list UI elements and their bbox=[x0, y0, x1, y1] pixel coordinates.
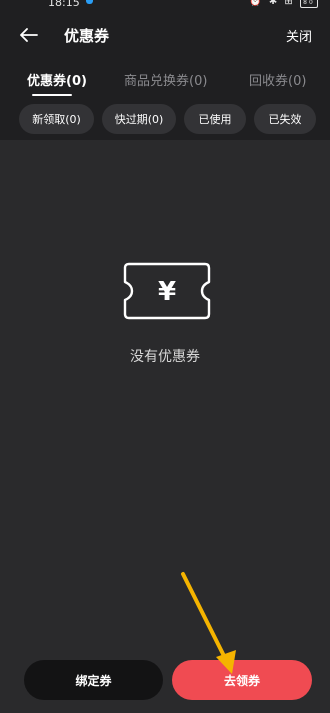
status-time: 18:15 bbox=[48, 0, 80, 9]
header: 优惠券 关闭 bbox=[0, 10, 330, 58]
filter-chips: 新领取(0) 快过期(0) 已使用 已失效 bbox=[0, 102, 330, 140]
page-title: 优惠券 bbox=[64, 27, 110, 45]
filter-expiring[interactable]: 快过期(0) bbox=[102, 104, 176, 134]
status-icons-glyphs: ⏰ ✱ ⊞ bbox=[249, 0, 295, 7]
filter-used[interactable]: 已使用 bbox=[184, 104, 246, 134]
bottom-action-bar: 绑定券 去领券 bbox=[0, 652, 330, 713]
bind-coupon-button[interactable]: 绑定券 bbox=[24, 660, 163, 700]
coupon-icon: ¥ bbox=[123, 262, 211, 320]
status-bar: 18:15 ⏰ ✱ ⊞ 80 bbox=[0, 0, 330, 10]
tab-recycle-coupons[interactable]: 回收券(0) bbox=[249, 70, 306, 89]
filter-expired[interactable]: 已失效 bbox=[254, 104, 316, 134]
tab-product-exchange[interactable]: 商品兑换券(0) bbox=[124, 70, 207, 89]
get-coupon-button[interactable]: 去领券 bbox=[172, 660, 312, 700]
back-arrow-icon bbox=[20, 28, 38, 42]
empty-state: ¥ 没有优惠券 bbox=[0, 262, 330, 372]
battery-icon: 80 bbox=[300, 0, 318, 8]
status-icons: ⏰ ✱ ⊞ 80 bbox=[249, 0, 318, 8]
filter-new[interactable]: 新领取(0) bbox=[19, 104, 94, 134]
notification-dot-icon bbox=[86, 0, 93, 4]
tab-coupons[interactable]: 优惠券(0) bbox=[27, 70, 87, 89]
tab-bar: 优惠券(0) 商品兑换券(0) 回收券(0) bbox=[0, 58, 330, 102]
empty-message: 没有优惠券 bbox=[130, 349, 200, 365]
close-button[interactable]: 关闭 bbox=[286, 26, 312, 45]
active-tab-indicator bbox=[32, 94, 72, 96]
back-button[interactable] bbox=[16, 22, 42, 48]
yen-symbol: ¥ bbox=[158, 277, 176, 307]
